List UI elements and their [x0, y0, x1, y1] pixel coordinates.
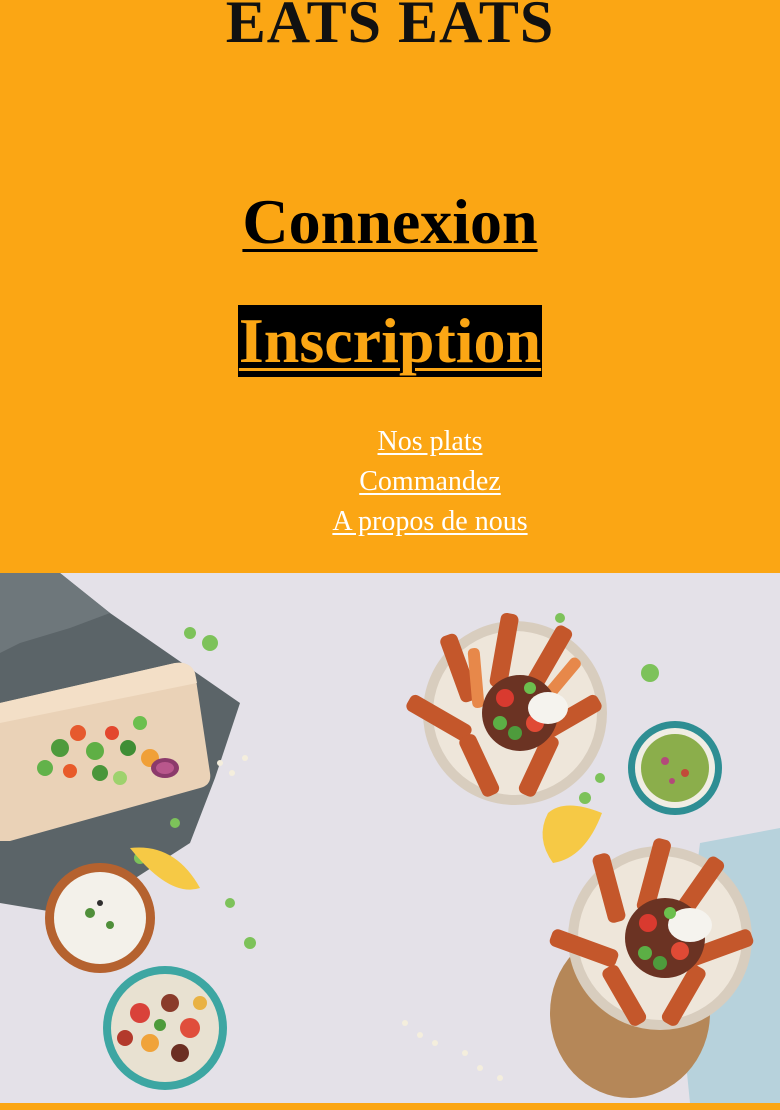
guacamole-bowl	[628, 721, 722, 815]
signup-link[interactable]: Inscription	[237, 305, 543, 377]
login-link[interactable]: Connexion	[242, 186, 537, 257]
page: EATS EATS Connexion Inscription Nos plat…	[0, 0, 780, 1110]
nav-link-order[interactable]: Commandez	[318, 462, 542, 502]
food-illustration	[0, 573, 780, 1103]
login-link-wrap: Connexion	[0, 186, 780, 258]
hero-food-image	[0, 573, 780, 1103]
nav-link-dishes[interactable]: Nos plats	[318, 422, 542, 462]
bean-salad-bowl	[103, 966, 227, 1090]
nav-link-about[interactable]: A propos de nous	[318, 502, 542, 542]
sour-cream-bowl	[45, 863, 155, 973]
bottom-bar	[0, 1103, 780, 1110]
main-nav: Nos plats Commandez A propos de nous	[318, 422, 542, 542]
signup-link-wrap: Inscription	[0, 305, 780, 377]
brand-title: EATS EATS	[225, 0, 555, 55]
